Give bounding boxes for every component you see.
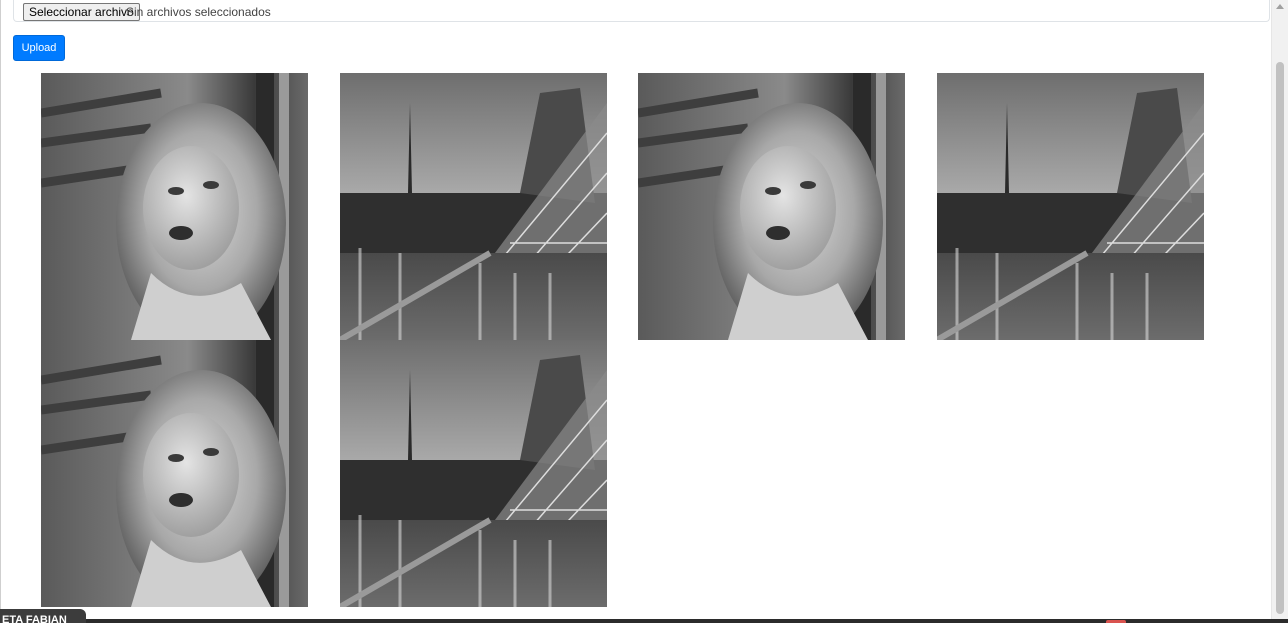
window-edge (0, 0, 1, 623)
gallery-image-6[interactable] (340, 340, 607, 607)
city-image (937, 73, 1204, 340)
file-input-row: Seleccionar archivo Sin archivos selecci… (13, 0, 1270, 22)
vertical-scrollbar[interactable] (1271, 0, 1288, 623)
taskbar-strip (0, 619, 1288, 623)
portrait-image (41, 340, 308, 607)
city-image (340, 340, 607, 607)
choose-file-button[interactable]: Seleccionar archivo (23, 3, 140, 21)
portrait-image (638, 73, 905, 340)
file-status-text: Sin archivos seleccionados (126, 5, 271, 19)
scrollbar-thumb[interactable] (1276, 62, 1284, 614)
scroll-up-icon[interactable] (1276, 4, 1284, 9)
participant-name-tag: ETA FABIAN (0, 609, 86, 623)
portrait-image (41, 73, 308, 340)
gallery-image-2[interactable] (340, 73, 607, 340)
upload-button[interactable]: Upload (13, 35, 65, 61)
gallery-image-4[interactable] (937, 73, 1204, 340)
page: Seleccionar archivo Sin archivos selecci… (0, 0, 1288, 623)
city-image (340, 73, 607, 340)
gallery-image-3[interactable] (638, 73, 905, 340)
gallery-image-5[interactable] (41, 340, 308, 607)
gallery-image-1[interactable] (41, 73, 308, 340)
